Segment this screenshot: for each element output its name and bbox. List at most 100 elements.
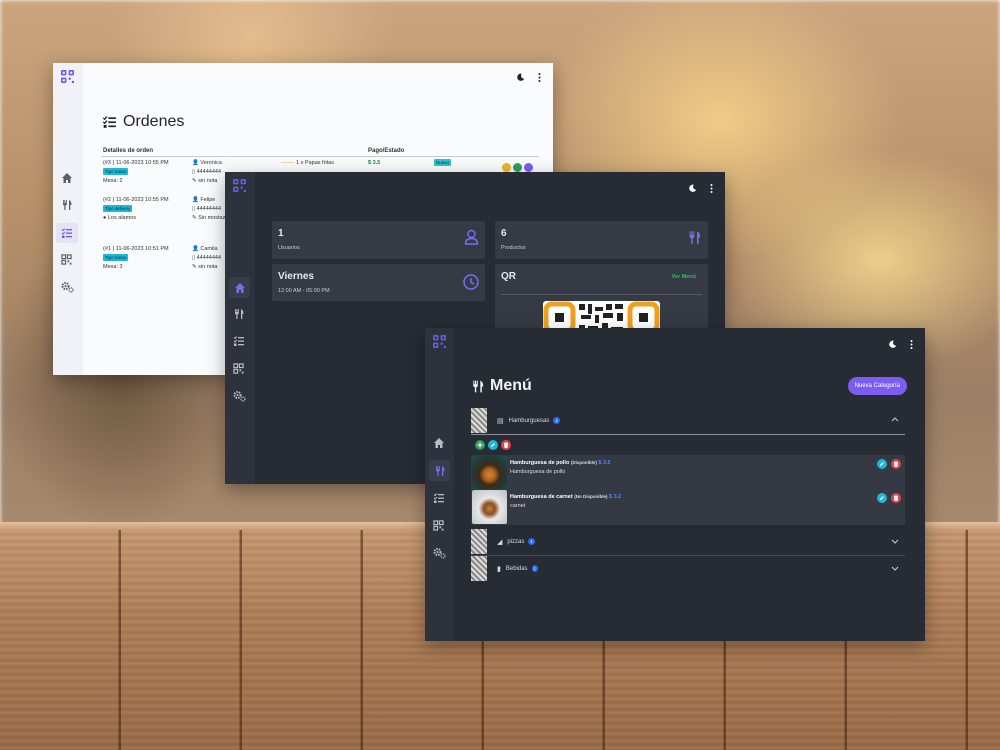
category-header-bebidas[interactable]: ▮ Bebidas 1 — [471, 556, 905, 581]
edit-product-button[interactable] — [877, 493, 887, 503]
order-place: Los alamos — [107, 215, 136, 221]
action-button-yellow[interactable] — [502, 163, 511, 172]
schedule-hours: 12:00 AM - 05:00 PM — [278, 288, 330, 294]
user-icon — [464, 229, 479, 245]
view-menu-link[interactable]: Ver Menú — [672, 274, 696, 280]
delete-category-button[interactable] — [501, 440, 511, 450]
order-detail: (#1 ) 11-06-2023 10:51 PM — [103, 246, 169, 252]
page-title: Menú — [471, 377, 532, 395]
sidebar — [53, 63, 83, 375]
product-status: (No Disponible) — [574, 494, 608, 499]
order-detail: (#2 ) 11-06-2023 10:55 PM — [103, 197, 169, 203]
schedule-card[interactable]: Viernes 12:00 AM - 05:00 PM — [272, 264, 485, 301]
moon-icon[interactable] — [689, 184, 697, 192]
qr-code-icon[interactable] — [233, 363, 244, 374]
category-count-badge: 1 — [531, 565, 539, 572]
gears-icon[interactable] — [433, 547, 446, 559]
order-type-badge: Tipo mesa — [103, 254, 128, 261]
action-button-purple[interactable] — [524, 163, 533, 172]
users-label: Usuarios — [278, 245, 300, 251]
edit-product-button[interactable] — [877, 459, 887, 469]
orders-nav-icon[interactable] — [433, 492, 445, 504]
action-button-green[interactable] — [513, 163, 522, 172]
gears-icon[interactable] — [233, 390, 246, 402]
delete-product-button[interactable] — [891, 493, 901, 503]
home-icon[interactable] — [61, 172, 73, 184]
column-header — [500, 146, 539, 157]
product-title: Hamburguesa de carnet (No Disponible) $ … — [510, 494, 621, 500]
product-image — [472, 490, 507, 524]
home-icon[interactable] — [433, 437, 445, 449]
order-detail: (#3 ) 11-06-2023 10:55 PM — [103, 160, 169, 166]
page-title: Ordenes — [101, 113, 184, 131]
chevron-down-icon[interactable] — [891, 566, 899, 571]
gears-icon[interactable] — [61, 281, 74, 293]
add-product-button[interactable] — [475, 440, 485, 450]
chevron-up-icon[interactable] — [891, 417, 899, 422]
schedule-day: Viernes — [278, 271, 314, 282]
burger-icon: ▤ — [497, 417, 504, 425]
new-category-button[interactable]: Nueva Categoría — [847, 377, 907, 395]
qr-code-icon[interactable] — [433, 520, 444, 531]
utensils-icon[interactable] — [429, 460, 450, 481]
products-count: 6 — [501, 228, 507, 239]
utensils-icon[interactable] — [233, 308, 245, 320]
page-title-text: Ordenes — [123, 113, 185, 130]
order-type-badge: Tipo mesa — [103, 168, 128, 175]
qr-logo-icon[interactable] — [433, 335, 446, 348]
column-header — [190, 146, 279, 157]
sidebar — [225, 172, 255, 484]
chevron-down-icon[interactable] — [891, 539, 899, 544]
order-note: sin nota — [198, 264, 218, 270]
qr-title: QR — [501, 271, 516, 282]
order-detail-cell: (#2 ) 11-06-2023 10:55 PM Tipo delivery … — [101, 188, 190, 225]
category-header-hamburguesas[interactable]: ▤ Hamburguesas 2 — [471, 408, 905, 433]
column-header: Detalles de orden — [101, 146, 190, 157]
kebab-menu-icon[interactable] — [710, 184, 713, 193]
category-count-badge: 1 — [528, 538, 535, 545]
product-price: $ 3.2 — [608, 494, 622, 500]
customer-phone: 44444444 — [196, 255, 222, 261]
customer-name: Veronica — [200, 160, 222, 166]
status-badge: Nuevo — [434, 159, 452, 166]
divider — [471, 434, 905, 435]
products-label: Productos — [501, 245, 526, 251]
order-detail-cell: (#3 ) 11-06-2023 10:55 PM Tipo mesa Mesa… — [101, 157, 190, 189]
orders-nav-icon[interactable] — [56, 223, 78, 243]
product-name: Hamburguesa de carnet — [510, 494, 573, 500]
qr-code-icon[interactable] — [61, 254, 72, 265]
category-actions — [475, 440, 511, 450]
category-image-placeholder — [471, 529, 487, 554]
category-header-pizzas[interactable]: ◢ pizzas 1 — [471, 529, 905, 554]
kebab-menu-icon[interactable] — [910, 340, 913, 349]
moon-icon[interactable] — [517, 73, 525, 81]
category-image-placeholder — [471, 408, 487, 433]
order-item: 1 x Papas fritas — [296, 160, 334, 166]
products-card[interactable]: 6 Productos — [495, 221, 708, 259]
customer-phone: 44444444 — [196, 206, 222, 212]
column-header — [432, 146, 500, 157]
clock-icon — [463, 274, 479, 290]
delete-product-button[interactable] — [891, 459, 901, 469]
order-price: $ 3.5 — [368, 160, 381, 166]
customer-phone: 44444444 — [196, 169, 222, 175]
edit-category-button[interactable] — [488, 440, 498, 450]
column-header: Pago/Estado — [366, 146, 432, 157]
product-card-beef-burger[interactable]: Hamburguesa de carnet (No Disponible) $ … — [471, 489, 905, 525]
users-card[interactable]: 1 Usuarios — [272, 221, 485, 259]
order-type-badge: Tipo delivery — [103, 205, 133, 212]
moon-icon[interactable] — [889, 340, 897, 348]
menu-window: Menú Nueva Categoría ▤ Hamburguesas 2 Ha… — [425, 328, 925, 641]
product-image — [472, 456, 507, 490]
orders-nav-icon[interactable] — [233, 335, 245, 347]
utensils-icon: ⸻ — [281, 160, 295, 166]
utensils-icon[interactable] — [61, 199, 73, 211]
order-place: Mesa: 2 — [103, 178, 123, 184]
category-count-badge: 2 — [553, 417, 560, 424]
qr-logo-icon[interactable] — [61, 70, 74, 83]
product-card-chicken-burger[interactable]: Hamburguesa de pollo (Disponible) $ 3.5 … — [471, 455, 905, 491]
kebab-menu-icon[interactable] — [538, 73, 541, 82]
list-check-icon — [102, 116, 116, 128]
qr-logo-icon[interactable] — [233, 179, 246, 192]
home-icon[interactable] — [229, 277, 250, 298]
